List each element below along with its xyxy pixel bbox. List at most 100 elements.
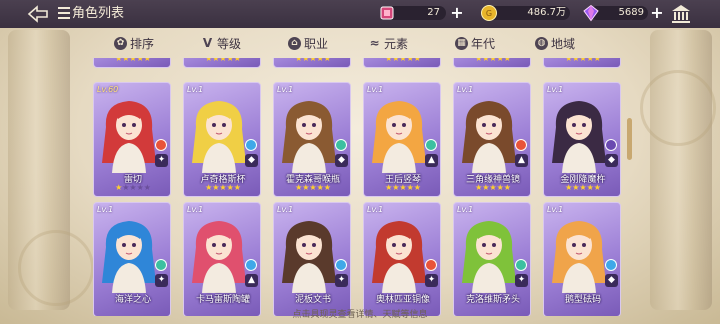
- character-card[interactable]: 战猫克服★★★★★: [543, 58, 621, 68]
- fire-element-icon: [425, 259, 437, 271]
- character-card[interactable]: Lv.60 ✦ 雷切 ★★★★★: [93, 82, 171, 197]
- filter-sort-label: 排序: [130, 36, 155, 51]
- sword-class-icon: ✦: [335, 274, 348, 287]
- filter-element-label: 元素: [384, 36, 409, 51]
- character-portrait: [102, 221, 156, 293]
- home-button[interactable]: [670, 3, 692, 25]
- globe-icon: ◍: [535, 36, 548, 50]
- card-name: 克洛维斯矛头: [465, 295, 520, 305]
- filter-job-label: 职业: [304, 36, 329, 51]
- gold-value: 486.7万: [527, 7, 566, 18]
- card-stars: ★★★★★: [475, 183, 511, 192]
- stamina-value: 27: [427, 7, 440, 18]
- add-stamina-button[interactable]: +: [448, 4, 466, 22]
- card-stars: ★★★★★: [295, 183, 331, 192]
- character-portrait: [282, 101, 336, 173]
- character-card[interactable]: Lv.1 ◆ 金刚降魔杵 ★★★★★: [543, 82, 621, 197]
- card-name: 海洋之心: [114, 295, 151, 305]
- staff-class-icon: ▲: [245, 274, 258, 287]
- character-card[interactable]: Lv.1 ◆ 霍克森哥喉瓶 ★★★★★: [273, 82, 351, 197]
- filter-level[interactable]: V 等级: [201, 32, 241, 54]
- shield-class-icon: ◆: [605, 274, 618, 287]
- character-portrait: [282, 221, 336, 293]
- water-element-icon: [245, 259, 257, 271]
- character-grid: 生日遇伴侣★★★★★ 神宝星雨★★★★★ 绿色石泥奶★★★★★ 红宝的水★★★★★ 刻警…: [80, 58, 630, 316]
- scrollbar[interactable]: [627, 118, 632, 160]
- filter-region[interactable]: ◍ 地域: [535, 32, 575, 54]
- card-stars: ★★★★★: [115, 183, 151, 192]
- staff-class-icon: ▲: [515, 154, 528, 167]
- gem-icon: [583, 4, 599, 22]
- shield-class-icon: ◆: [245, 154, 258, 167]
- table-icon: ▦: [455, 36, 468, 50]
- card-stars: ★★★★★: [115, 58, 151, 63]
- swirl-decoration: [640, 70, 716, 146]
- card-stars: ★★★★★: [385, 58, 421, 63]
- ticket-icon: [380, 6, 394, 20]
- character-card[interactable]: Lv.1 ✦ 克洛维斯矛头: [453, 202, 531, 316]
- v-icon: V: [202, 35, 213, 50]
- house-icon: ⌂: [288, 36, 301, 50]
- character-card[interactable]: Lv.1 ✦ 奥林匹亚铜像: [363, 202, 441, 316]
- character-portrait: [192, 221, 246, 293]
- character-card[interactable]: Lv.1 ✦ 海洋之心: [93, 202, 171, 316]
- filter-sort[interactable]: ✿ 排序: [114, 32, 154, 54]
- filter-era-label: 年代: [471, 36, 496, 51]
- gems-value: 5689: [618, 7, 644, 18]
- svg-text:G: G: [486, 9, 492, 18]
- staff-class-icon: ▲: [425, 154, 438, 167]
- temple-icon: [672, 5, 690, 23]
- card-name: 卡马雷斯陶罐: [195, 295, 250, 305]
- card-stars: ★★★★★: [295, 58, 331, 63]
- card-name: 奥林匹亚铜像: [375, 295, 430, 305]
- character-portrait: [462, 101, 516, 173]
- character-card[interactable]: Lv.1 ▲ 三角缘神兽镜 ★★★★★: [453, 82, 531, 197]
- water-element-icon: [335, 259, 347, 271]
- footer-hint: 点击具现灵查看详情、天赋等信息: [292, 310, 428, 320]
- card-name: 泥板文书: [294, 295, 331, 305]
- fire-element-icon: [155, 139, 167, 151]
- filter-region-label: 地域: [551, 36, 576, 51]
- page-title: 角色列表: [72, 6, 125, 21]
- character-card[interactable]: 刻警刻之诞★★★★★: [453, 58, 531, 68]
- character-card[interactable]: 绿色石泥奶★★★★★: [273, 58, 351, 68]
- wind-element-icon: [335, 139, 347, 151]
- character-card[interactable]: Lv.1 ▲ 王后竖琴 ★★★★★: [363, 82, 441, 197]
- filter-element[interactable]: ≈ 元素: [368, 32, 408, 54]
- character-portrait: [192, 101, 246, 173]
- top-bar: 角色列表 27 + G 486.7万 5689 +: [0, 0, 720, 28]
- character-portrait: [552, 221, 606, 293]
- wind-element-icon: [425, 139, 437, 151]
- shield-class-icon: ◆: [605, 154, 618, 167]
- filter-level-label: 等级: [217, 36, 242, 51]
- back-button[interactable]: [27, 5, 49, 23]
- character-card[interactable]: 红宝的水★★★★★: [363, 58, 441, 68]
- sword-class-icon: ✦: [425, 274, 438, 287]
- character-card[interactable]: 生日遇伴侣★★★★★: [93, 58, 171, 68]
- fire-element-icon: [515, 139, 527, 151]
- filter-era[interactable]: ▦ 年代: [455, 32, 495, 54]
- list-icon: [58, 7, 70, 19]
- card-stars: ★★★★★: [385, 183, 421, 192]
- water-element-icon: [605, 259, 617, 271]
- character-card[interactable]: Lv.1 ▲ 卡马雷斯陶罐: [183, 202, 261, 316]
- character-card[interactable]: Lv.1 ◆ 鹅型砝码: [543, 202, 621, 316]
- card-stars: ★★★★★: [205, 58, 241, 63]
- filter-job[interactable]: ⌂ 职业: [288, 32, 328, 54]
- wave-icon: ≈: [369, 35, 380, 50]
- dark-element-icon: [605, 139, 617, 151]
- character-portrait: [552, 101, 606, 173]
- card-stars: ★★★★★: [475, 58, 511, 63]
- character-portrait: [102, 101, 156, 173]
- sword-class-icon: ✦: [515, 274, 528, 287]
- fire-icon: ✿: [114, 36, 127, 50]
- character-card[interactable]: Lv.1 ◆ 卢奇格斯杯 ★★★★★: [183, 82, 261, 197]
- character-card[interactable]: 神宝星雨★★★★★: [183, 58, 261, 68]
- character-portrait: [372, 221, 426, 293]
- add-gems-button[interactable]: +: [648, 4, 666, 22]
- character-portrait: [372, 101, 426, 173]
- card-stars: ★★★★★: [205, 183, 241, 192]
- gold-resource: G 486.7万: [480, 4, 590, 22]
- character-card[interactable]: Lv.1 ✦ 泥板文书: [273, 202, 351, 316]
- shield-class-icon: ◆: [335, 154, 348, 167]
